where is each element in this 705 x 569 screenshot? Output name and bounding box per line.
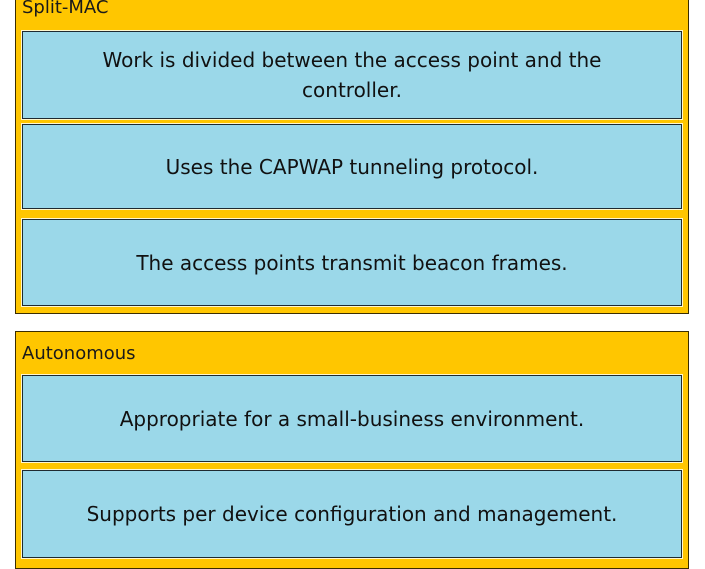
split-mac-item-label: The access points transmit beacon frames… <box>136 250 568 275</box>
split-mac-item-capwap[interactable]: Uses the CAPWAP tunneling protocol. <box>22 124 682 209</box>
split-mac-item-label: Uses the CAPWAP tunneling protocol. <box>165 154 539 179</box>
split-mac-item-label: Work is divided between the access point… <box>102 48 602 102</box>
split-mac-title: Split-MAC <box>22 0 109 18</box>
split-mac-group: Split-MAC Work is divided between the ac… <box>15 0 689 314</box>
autonomous-item-label: Supports per device configuration and ma… <box>86 502 618 526</box>
split-mac-item-work-divided[interactable]: Work is divided between the access point… <box>22 31 682 119</box>
autonomous-title: Autonomous <box>22 343 136 364</box>
autonomous-item-label: Appropriate for a small-business environ… <box>119 406 585 431</box>
autonomous-item-per-device-config[interactable]: Supports per device configuration and ma… <box>22 470 682 558</box>
split-mac-item-beacon-frames[interactable]: The access points transmit beacon frames… <box>22 219 682 306</box>
autonomous-group: Autonomous Appropriate for a small-busin… <box>15 331 689 569</box>
autonomous-item-small-business[interactable]: Appropriate for a small-business environ… <box>22 375 682 462</box>
